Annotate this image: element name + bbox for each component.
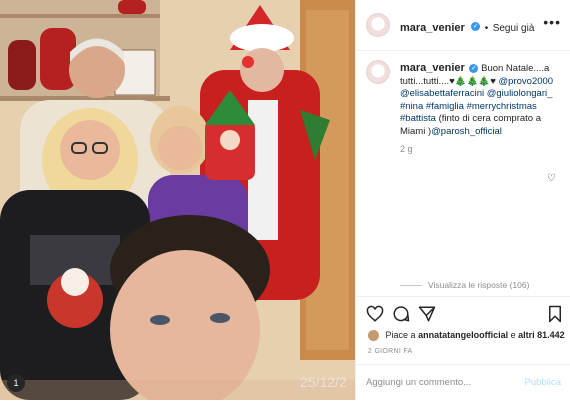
avatar[interactable]: [366, 13, 390, 37]
hashtag-link[interactable]: #famiglia: [426, 101, 464, 112]
comment-bar: Aggiungi un commento... Pubblica: [356, 364, 570, 401]
hashtag-link[interactable]: #merrychristmas: [467, 101, 537, 112]
like-comment-heart-icon[interactable]: ♡: [547, 173, 556, 184]
likes-middle: e: [510, 330, 516, 340]
likes-prefix: Piace a: [385, 330, 416, 340]
likes-summary: Piace a annatatangeloofficial e altri 81…: [368, 330, 565, 342]
user-tags-icon[interactable]: 1: [7, 374, 25, 392]
post-caption: mara_venier ✓ Buon Natale....a tutti...t…: [400, 62, 560, 138]
mention-link[interactable]: @elisabettaferracini: [400, 88, 484, 99]
verified-badge-icon: ✓: [471, 22, 481, 32]
caption-avatar[interactable]: [366, 60, 390, 84]
liker-avatar[interactable]: [368, 330, 379, 342]
bookmark-icon[interactable]: [546, 305, 564, 323]
family-christmas-photo: [0, 0, 355, 400]
likes-count-link[interactable]: altri 81.442: [518, 330, 565, 340]
caption-verified-icon: ✓: [469, 63, 479, 73]
post-actions: [356, 296, 570, 333]
comment-input[interactable]: Aggiungi un commento...: [366, 377, 471, 388]
post-photo[interactable]: 25/12/2 1: [0, 0, 355, 400]
header-user: mara_venier ✓ • Segui già: [400, 18, 534, 36]
post-side-panel: mara_venier ✓ • Segui già ••• mara_venie…: [355, 0, 570, 400]
post-date: 2 GIORNI FA: [368, 348, 413, 355]
heart-icon[interactable]: [366, 305, 384, 323]
view-replies-link[interactable]: Visualizza le risposte (106): [400, 280, 529, 290]
mention-link[interactable]: @giuliolongari_: [487, 88, 553, 99]
mention-link[interactable]: @provo2000: [499, 76, 554, 87]
mention-link[interactable]: @parosh_official: [431, 126, 502, 137]
share-icon[interactable]: [418, 305, 436, 323]
liker-username-link[interactable]: annatatangeloofficial: [418, 330, 508, 340]
more-options-icon[interactable]: •••: [543, 14, 561, 30]
caption-emojis: ♥🎄🎄🎄♥: [449, 75, 496, 87]
follow-status-button[interactable]: Segui già: [493, 23, 535, 34]
header-separator: •: [484, 23, 489, 34]
photo-timestamp: 25/12/2: [300, 374, 347, 390]
caption-time: 2 g: [400, 144, 413, 154]
hashtag-link[interactable]: #battista: [400, 113, 436, 124]
comment-icon[interactable]: [392, 305, 410, 323]
username-link[interactable]: mara_venier: [400, 22, 465, 34]
caption-username-link[interactable]: mara_venier: [400, 62, 465, 74]
post-header: mara_venier ✓ • Segui già •••: [356, 0, 570, 51]
hashtag-link[interactable]: #nina: [400, 101, 423, 112]
publish-button[interactable]: Pubblica: [525, 377, 561, 388]
